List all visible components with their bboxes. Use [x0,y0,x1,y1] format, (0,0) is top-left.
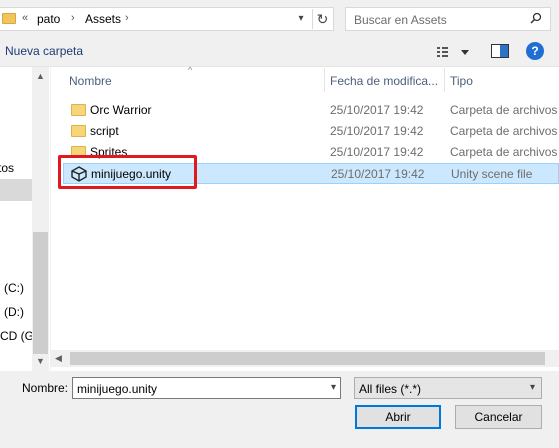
breadcrumb-separator[interactable]: › [71,12,75,24]
chevron-down-icon[interactable]: ▾ [530,382,535,393]
sort-up-icon: ^ [188,65,193,75]
file-date: 25/10/2017 19:42 [330,124,424,138]
filename-label: Nombre: [22,381,69,395]
column-divider[interactable] [324,68,325,92]
chevron-down-icon[interactable]: ▾ [293,11,309,27]
file-date: 25/10/2017 19:42 [330,103,424,117]
breadcrumb-assets[interactable]: Assets [85,12,121,26]
search-placeholder: Buscar en Assets [354,13,447,27]
file-row[interactable]: Orc Warrior 25/10/2017 19:42 Carpeta de … [63,100,559,121]
file-type-value[interactable]: All files (*.*) [359,382,421,396]
nav-item-drive-c[interactable]: l (C:) [0,281,24,295]
horizontal-scrollbar[interactable]: ◀ [51,350,559,367]
chevron-down-icon[interactable]: ▾ [331,382,336,393]
file-name: Orc Warrior [90,103,152,117]
open-button[interactable]: Abrir [355,405,441,429]
file-type: Carpeta de archivos [450,145,558,159]
search-input[interactable]: Buscar en Assets [345,7,551,31]
folder-icon [71,125,86,137]
scrollbar-thumb[interactable] [70,352,545,365]
file-date: 25/10/2017 19:42 [330,145,424,159]
preview-pane-icon[interactable] [491,44,509,58]
search-icon [530,12,542,24]
address-bar[interactable]: « pato › Assets › ▾ ↻ [0,7,334,31]
file-type: Carpeta de archivos [450,103,558,117]
nav-item-drive-d[interactable]: l (D:) [0,305,24,319]
folder-icon [2,13,16,24]
filename-field[interactable]: minijuego.unity ▾ [72,377,341,399]
column-divider[interactable] [444,68,445,92]
column-header-type[interactable]: Tipo [450,74,473,101]
nav-item-drive-g[interactable]: CD (G [0,329,34,343]
new-folder-button[interactable]: Nueva carpeta [5,44,83,58]
file-type: Unity scene file [451,167,533,181]
navigation-pane[interactable]: tos l (C:) l (D:) CD (G ▲ ▼ [0,66,50,371]
file-type: Carpeta de archivos [450,124,558,138]
annotation-highlight-box [58,155,197,189]
help-icon[interactable]: ? [526,42,544,60]
cancel-button[interactable]: Cancelar [455,405,542,429]
breadcrumb-separator[interactable]: › [125,12,129,24]
file-date: 25/10/2017 19:42 [331,167,425,181]
scroll-left-icon[interactable]: ◀ [55,353,62,364]
breadcrumb-overflow[interactable]: « [22,12,28,24]
file-row[interactable]: script 25/10/2017 19:42 Carpeta de archi… [63,121,559,142]
column-header-name[interactable]: Nombre [69,74,112,101]
refresh-icon[interactable]: ↻ [312,9,332,29]
file-name: script [90,124,119,138]
nav-scrollbar[interactable]: ▲ ▼ [32,67,49,371]
breadcrumb-pato[interactable]: pato [37,12,60,26]
scroll-down-icon[interactable]: ▼ [36,356,45,366]
scroll-up-icon[interactable]: ▲ [36,71,45,81]
view-options-icon[interactable] [437,44,471,60]
scrollbar-thumb[interactable] [33,232,48,354]
nav-item[interactable]: tos [0,161,14,175]
file-type-select[interactable]: All files (*.*) ▾ [354,377,542,399]
nav-selected-item[interactable] [0,179,32,201]
file-list[interactable]: Nombre ^ Fecha de modifica... Tipo Orc W… [51,65,559,371]
folder-icon [71,104,86,116]
filename-value[interactable]: minijuego.unity [77,382,157,396]
column-header-date[interactable]: Fecha de modifica... [330,74,438,101]
